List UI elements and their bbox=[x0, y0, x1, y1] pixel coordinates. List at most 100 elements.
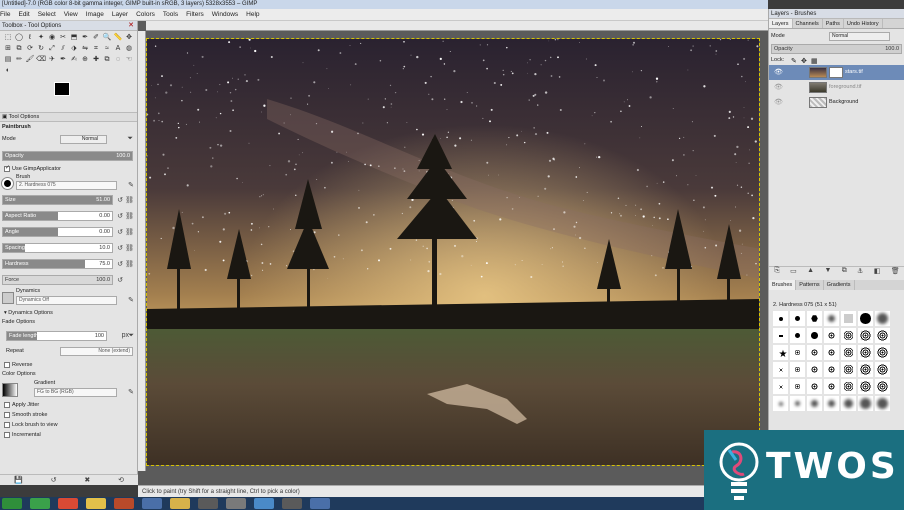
hardness-slider[interactable]: Hardness 75.0 bbox=[2, 259, 113, 269]
brush-preset-soft[interactable] bbox=[858, 396, 873, 411]
airbrush-tool-icon[interactable]: ✈ bbox=[47, 55, 57, 65]
align-tool-icon[interactable]: ⊞ bbox=[3, 44, 13, 54]
brush-preset-texture[interactable] bbox=[824, 379, 839, 394]
brush-preset-splatter[interactable] bbox=[824, 345, 839, 360]
brush-preset-circle-hard[interactable] bbox=[773, 311, 788, 326]
dynamics-icon[interactable] bbox=[2, 292, 14, 304]
brush-preset-soft[interactable] bbox=[841, 396, 856, 411]
edit-brush-icon[interactable]: ✎ bbox=[128, 181, 134, 189]
heal-tool-icon[interactable]: ✚ bbox=[91, 55, 101, 65]
ink-tool-icon[interactable]: ✒ bbox=[58, 55, 68, 65]
text-tool-icon[interactable]: A bbox=[113, 44, 123, 54]
zoom-tool-icon[interactable]: 🔍 bbox=[102, 33, 112, 43]
fuzzy-select-tool-icon[interactable]: ✦ bbox=[36, 33, 46, 43]
dodge-burn-tool-icon[interactable]: ◐ bbox=[3, 66, 13, 76]
paintbrush-tool-icon[interactable]: 🖌 bbox=[25, 55, 35, 65]
lock-position-icon[interactable]: ✥ bbox=[801, 57, 807, 65]
brush-preset-texture[interactable] bbox=[875, 362, 890, 377]
tab-undo-history[interactable]: Undo History bbox=[844, 19, 883, 28]
tab-patterns[interactable]: Patterns bbox=[796, 280, 824, 290]
incremental-checkbox[interactable] bbox=[4, 432, 10, 438]
close-icon[interactable]: ✕ bbox=[128, 21, 134, 31]
tab-brushes[interactable]: Brushes bbox=[769, 280, 797, 290]
lock-pixels-icon[interactable]: ✎ bbox=[791, 57, 797, 65]
app-icon[interactable] bbox=[170, 498, 190, 509]
dynamics-options-expander[interactable]: ▾ Dynamics Options bbox=[4, 310, 53, 316]
app-icon[interactable] bbox=[310, 498, 330, 509]
select-by-color-tool-icon[interactable]: ◉ bbox=[47, 33, 57, 43]
lower-layer-icon[interactable]: ▼ bbox=[824, 267, 831, 278]
brush-preset-splatter[interactable] bbox=[841, 345, 856, 360]
link-icon[interactable]: ⛓ bbox=[125, 260, 134, 268]
fade-length-slider[interactable]: Fade length 100 bbox=[6, 331, 107, 341]
repeat-select[interactable]: None (extend) bbox=[60, 347, 133, 356]
brush-preset-soft[interactable] bbox=[824, 396, 839, 411]
spacing-slider[interactable]: Spacing 10.0 bbox=[2, 243, 113, 253]
reset-icon[interactable]: ↺ bbox=[117, 228, 123, 236]
perspective-tool-icon[interactable]: ⬗ bbox=[69, 44, 79, 54]
flip-tool-icon[interactable]: ⇋ bbox=[80, 44, 90, 54]
menu-help[interactable]: Help bbox=[242, 9, 263, 21]
angle-slider[interactable]: Angle 0.00 bbox=[2, 227, 113, 237]
menu-view[interactable]: View bbox=[60, 9, 82, 21]
perspective-clone-tool-icon[interactable]: ⧉ bbox=[102, 55, 112, 65]
reset-icon[interactable]: ↺ bbox=[117, 244, 123, 252]
smooth-stroke-checkbox[interactable] bbox=[4, 412, 10, 418]
free-select-tool-icon[interactable]: ℓ bbox=[25, 33, 35, 43]
app-icon[interactable] bbox=[282, 498, 302, 509]
warp-tool-icon[interactable]: ≈ bbox=[102, 44, 112, 54]
layer-row[interactable]: 👁 foreground.tif bbox=[769, 80, 904, 95]
app-icon[interactable] bbox=[30, 498, 50, 509]
mode-chevron-icon[interactable]: ⏷ bbox=[127, 135, 133, 143]
app-icon[interactable] bbox=[254, 498, 274, 509]
mode-select[interactable]: Normal bbox=[60, 135, 107, 144]
dynamics-field[interactable]: Dynamics Off bbox=[16, 296, 117, 305]
delete-layer-icon[interactable]: 🗑 bbox=[891, 267, 900, 278]
reset-options-icon[interactable]: ⟲ bbox=[118, 475, 124, 485]
brush-preset-splatter[interactable] bbox=[824, 328, 839, 343]
brush-preset-texture[interactable] bbox=[807, 379, 822, 394]
chrome-icon[interactable] bbox=[58, 498, 78, 509]
ellipse-select-tool-icon[interactable]: ◯ bbox=[14, 33, 24, 43]
brush-preset-texture[interactable] bbox=[773, 362, 788, 377]
brush-preset-texture[interactable] bbox=[841, 379, 856, 394]
rotate-tool-icon[interactable]: ↻ bbox=[36, 44, 46, 54]
brush-preset-splatter[interactable] bbox=[858, 328, 873, 343]
menu-file[interactable]: File bbox=[0, 9, 14, 21]
rect-select-tool-icon[interactable]: ⬚ bbox=[3, 33, 13, 43]
app-icon[interactable] bbox=[114, 498, 134, 509]
menu-image[interactable]: Image bbox=[82, 9, 108, 21]
save-options-icon[interactable]: 💾 bbox=[14, 475, 23, 485]
unified-transform-tool-icon[interactable]: ⟳ bbox=[25, 44, 35, 54]
menu-windows[interactable]: Windows bbox=[208, 9, 242, 21]
reverse-checkbox[interactable] bbox=[4, 362, 10, 368]
clone-tool-icon[interactable]: ⊕ bbox=[80, 55, 90, 65]
scale-tool-icon[interactable]: ⤢ bbox=[47, 44, 57, 54]
brush-preset-soft[interactable] bbox=[807, 396, 822, 411]
edit-dynamics-icon[interactable]: ✎ bbox=[128, 296, 134, 304]
brush-preset-soft[interactable] bbox=[790, 396, 805, 411]
brush-preset-texture[interactable] bbox=[841, 362, 856, 377]
gradient-preview-icon[interactable] bbox=[2, 383, 18, 397]
reset-icon[interactable]: ↺ bbox=[117, 212, 123, 220]
brush-preset-texture[interactable] bbox=[875, 379, 890, 394]
link-icon[interactable]: ⛓ bbox=[125, 212, 134, 220]
tab-channels[interactable]: Channels bbox=[793, 19, 823, 28]
brush-preset-texture[interactable] bbox=[858, 362, 873, 377]
new-layer-icon[interactable]: ⎘ bbox=[774, 267, 780, 278]
size-slider[interactable]: Size 51.00 bbox=[2, 195, 113, 205]
folder-icon[interactable] bbox=[86, 498, 106, 509]
gradient-tool-icon[interactable]: ▤ bbox=[3, 55, 13, 65]
menu-filters[interactable]: Filters bbox=[182, 9, 208, 21]
tab-gradients[interactable]: Gradients bbox=[824, 280, 855, 290]
move-tool-icon[interactable]: ✥ bbox=[124, 33, 134, 43]
lock-brush-checkbox[interactable] bbox=[4, 422, 10, 428]
layer-row[interactable]: 👁 Background bbox=[769, 95, 904, 110]
start-button-icon[interactable] bbox=[2, 498, 22, 509]
brush-preset-splatter[interactable] bbox=[790, 345, 805, 360]
anchor-layer-icon[interactable]: ⚓ bbox=[857, 267, 863, 278]
layer-row[interactable]: 👁 stars.tif bbox=[769, 65, 904, 80]
brush-preset-texture[interactable] bbox=[858, 379, 873, 394]
measure-tool-icon[interactable]: 📏 bbox=[113, 33, 123, 43]
brush-preset-circle-large[interactable] bbox=[858, 311, 873, 326]
